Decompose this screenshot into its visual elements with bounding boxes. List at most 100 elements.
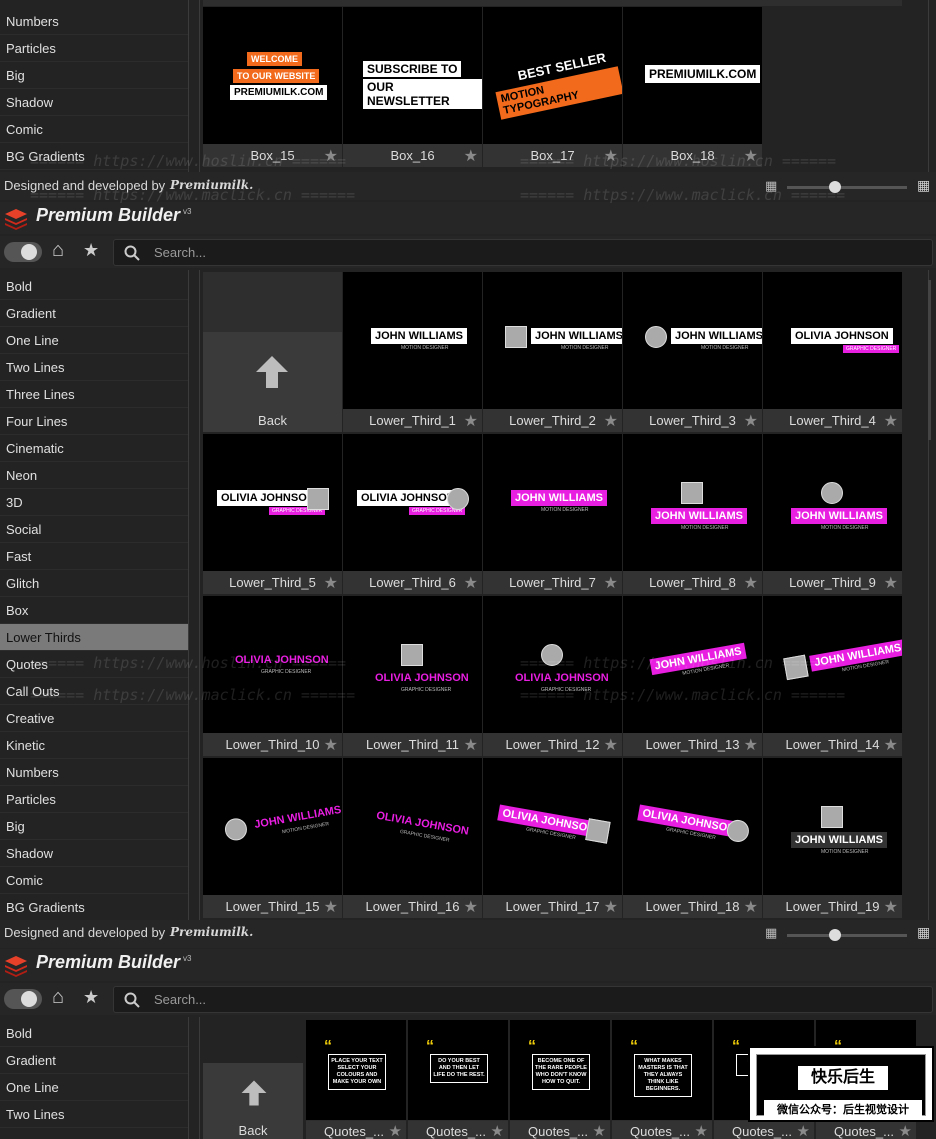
sidebar-item[interactable]: Big bbox=[0, 813, 188, 840]
sidebar-item[interactable]: Two Lines bbox=[0, 354, 188, 381]
sidebar-item[interactable]: Gradient bbox=[0, 1047, 188, 1074]
sidebar-item[interactable]: Shadow bbox=[0, 89, 188, 116]
star-icon[interactable]: ★ bbox=[324, 573, 338, 593]
star-icon[interactable]: ★ bbox=[464, 573, 478, 593]
back-tile[interactable]: Back bbox=[203, 1063, 303, 1139]
template-tile[interactable]: JOHN WILLIAMS MOTION DESIGNER Lower_Third_… bbox=[623, 596, 762, 756]
home-icon[interactable]: ⌂ bbox=[52, 239, 64, 262]
sidebar-item[interactable]: Three Lines bbox=[0, 381, 188, 408]
sidebar-item[interactable]: Kinetic bbox=[0, 732, 188, 759]
favorites-star-icon[interactable]: ★ bbox=[83, 987, 99, 1008]
template-tile[interactable]: OLIVIA JOHNSON GRAPHIC DESIGNER Lower_Thir… bbox=[483, 758, 622, 918]
quote-tile[interactable]: “DO YOUR BEST AND THEN LET LIFE DO THE R… bbox=[408, 1020, 508, 1139]
zoom-slider-knob[interactable] bbox=[829, 929, 841, 941]
sidebar-item[interactable]: Glitch bbox=[0, 570, 188, 597]
template-tile[interactable]: OLIVIA JOHNSON GRAPHIC DESIGNER Lower_Thir… bbox=[763, 272, 902, 432]
template-tile[interactable]: JOHN WILLIAMS MOTION DESIGNER Lower_Third_… bbox=[483, 434, 622, 594]
star-icon[interactable]: ★ bbox=[491, 1122, 504, 1139]
star-icon[interactable]: ★ bbox=[324, 897, 338, 917]
star-icon[interactable]: ★ bbox=[604, 897, 618, 917]
template-tile[interactable]: JOHN WILLIAMS MOTION DESIGNER Lower_Third_… bbox=[623, 434, 762, 594]
sidebar-item[interactable]: Creative bbox=[0, 705, 188, 732]
star-icon[interactable]: ★ bbox=[604, 573, 618, 593]
template-tile[interactable]: OLIVIA JOHNSON GRAPHIC DESIGNER Lower_Thir… bbox=[343, 596, 482, 756]
star-icon[interactable]: ★ bbox=[464, 897, 478, 917]
template-tile[interactable]: JOHN WILLIAMS MOTION DESIGNER Lower_Third_… bbox=[763, 758, 902, 918]
sidebar-item[interactable]: Numbers bbox=[0, 759, 188, 786]
template-tile[interactable]: OLIVIA JOHNSON GRAPHIC DESIGNER Lower_Thir… bbox=[483, 596, 622, 756]
star-icon[interactable]: ★ bbox=[695, 1122, 708, 1139]
star-icon[interactable]: ★ bbox=[593, 1122, 606, 1139]
sidebar-item[interactable]: Particles bbox=[0, 35, 188, 62]
sidebar-item[interactable]: Comic bbox=[0, 116, 188, 143]
sidebar-item[interactable]: Shadow bbox=[0, 840, 188, 867]
grid-large-icon[interactable]: ▦ bbox=[917, 177, 930, 194]
sidebar-item[interactable]: Comic bbox=[0, 867, 188, 894]
star-icon[interactable]: ★ bbox=[744, 735, 758, 755]
sidebar-item[interactable]: Cinematic bbox=[0, 435, 188, 462]
star-icon[interactable]: ★ bbox=[744, 411, 758, 431]
theme-toggle[interactable] bbox=[4, 242, 42, 262]
sidebar-item[interactable]: Particles bbox=[0, 786, 188, 813]
star-icon[interactable]: ★ bbox=[464, 411, 478, 431]
sidebar-item[interactable]: Two Lines bbox=[0, 1101, 188, 1128]
star-icon[interactable]: ★ bbox=[797, 1122, 810, 1139]
scrollbar-thumb[interactable] bbox=[928, 280, 931, 440]
template-tile[interactable]: OLIVIA JOHNSON GRAPHIC DESIGNER Lower_Thir… bbox=[343, 434, 482, 594]
template-tile[interactable]: OLIVIA JOHNSON GRAPHIC DESIGNER Lower_Thir… bbox=[623, 758, 762, 918]
star-icon[interactable]: ★ bbox=[744, 573, 758, 593]
template-tile[interactable]: WELCOME TO OUR WEBSITE PREMIUMILK.COM Bo… bbox=[203, 7, 342, 167]
star-icon[interactable]: ★ bbox=[604, 411, 618, 431]
template-tile[interactable]: PREMIUMILK.COM Box_18 ★ bbox=[623, 7, 762, 167]
sidebar-item[interactable]: Gradient bbox=[0, 300, 188, 327]
template-tile[interactable]: BEST SELLER MOTION TYPOGRAPHY Box_17 ★ bbox=[483, 7, 622, 167]
template-tile[interactable]: JOHN WILLIAMS MOTION DESIGNER Lower_Third_… bbox=[763, 434, 902, 594]
sidebar-item[interactable]: Neon bbox=[0, 462, 188, 489]
star-icon[interactable]: ★ bbox=[604, 735, 618, 755]
template-tile[interactable]: JOHN WILLIAMS MOTION DESIGNER Lower_Third_… bbox=[763, 596, 902, 756]
home-icon[interactable]: ⌂ bbox=[52, 986, 64, 1009]
template-tile[interactable]: JOHN WILLIAMS MOTION DESIGNER Lower_Third_… bbox=[483, 272, 622, 432]
star-icon[interactable]: ★ bbox=[744, 897, 758, 917]
sidebar-item[interactable]: BG Gradients bbox=[0, 894, 188, 920]
zoom-slider[interactable] bbox=[787, 929, 907, 941]
template-tile[interactable]: OLIVIA JOHNSON GRAPHIC DESIGNER Lower_Thir… bbox=[343, 758, 482, 918]
sidebar-item[interactable]: Social bbox=[0, 516, 188, 543]
template-tile[interactable]: SUBSCRIBE TO OUR NEWSLETTER Box_16 ★ bbox=[343, 7, 482, 167]
star-icon[interactable]: ★ bbox=[464, 735, 478, 755]
star-icon[interactable]: ★ bbox=[464, 146, 478, 166]
sidebar-item[interactable]: Bold bbox=[0, 1020, 188, 1047]
quote-tile[interactable]: “BECOME ONE OF THE RARE PEOPLE WHO DON'T… bbox=[510, 1020, 610, 1139]
sidebar-item[interactable]: One Line bbox=[0, 327, 188, 354]
grid-small-icon[interactable]: ▦ bbox=[765, 925, 777, 941]
template-tile[interactable]: JOHN WILLIAMS MOTION DESIGNER Lower_Third_… bbox=[343, 272, 482, 432]
back-tile[interactable]: Back bbox=[203, 272, 342, 432]
star-icon[interactable]: ★ bbox=[389, 1122, 402, 1139]
template-tile[interactable]: OLIVIA JOHNSON GRAPHIC DESIGNER Lower_Thir… bbox=[203, 596, 342, 756]
theme-toggle[interactable] bbox=[4, 989, 42, 1009]
sidebar-item[interactable]: 3D bbox=[0, 489, 188, 516]
search-input[interactable]: Search... bbox=[113, 986, 933, 1013]
sidebar-item[interactable]: One Line bbox=[0, 1074, 188, 1101]
star-icon[interactable]: ★ bbox=[899, 1122, 912, 1139]
star-icon[interactable]: ★ bbox=[324, 735, 338, 755]
sidebar-item[interactable]: Four Lines bbox=[0, 408, 188, 435]
sidebar-item[interactable]: Bold bbox=[0, 273, 188, 300]
star-icon[interactable]: ★ bbox=[884, 735, 898, 755]
template-tile[interactable]: JOHN WILLIAMS MOTION DESIGNER Lower_Third_… bbox=[203, 758, 342, 918]
sidebar-item[interactable]: Fast bbox=[0, 543, 188, 570]
quote-tile[interactable]: “WHAT MAKES MASTERS IS THAT THEY ALWAYS … bbox=[612, 1020, 712, 1139]
star-icon[interactable]: ★ bbox=[884, 897, 898, 917]
quote-tile[interactable]: “PLACE YOUR TEXT SELECT YOUR COLOURS AND… bbox=[306, 1020, 406, 1139]
sidebar-item[interactable]: Box bbox=[0, 597, 188, 624]
sidebar-item[interactable]: Numbers bbox=[0, 8, 188, 35]
search-input[interactable]: Search... bbox=[113, 239, 933, 266]
scrollbar-track[interactable] bbox=[928, 0, 929, 172]
sidebar-item-selected[interactable]: Lower Thirds bbox=[0, 624, 188, 651]
star-icon[interactable]: ★ bbox=[884, 573, 898, 593]
sidebar-item[interactable]: Big bbox=[0, 62, 188, 89]
favorites-star-icon[interactable]: ★ bbox=[83, 240, 99, 261]
star-icon[interactable]: ★ bbox=[884, 411, 898, 431]
template-tile[interactable]: OLIVIA JOHNSON GRAPHIC DESIGNER Lower_Thir… bbox=[203, 434, 342, 594]
template-tile[interactable]: JOHN WILLIAMS MOTION DESIGNER Lower_Third_… bbox=[623, 272, 762, 432]
